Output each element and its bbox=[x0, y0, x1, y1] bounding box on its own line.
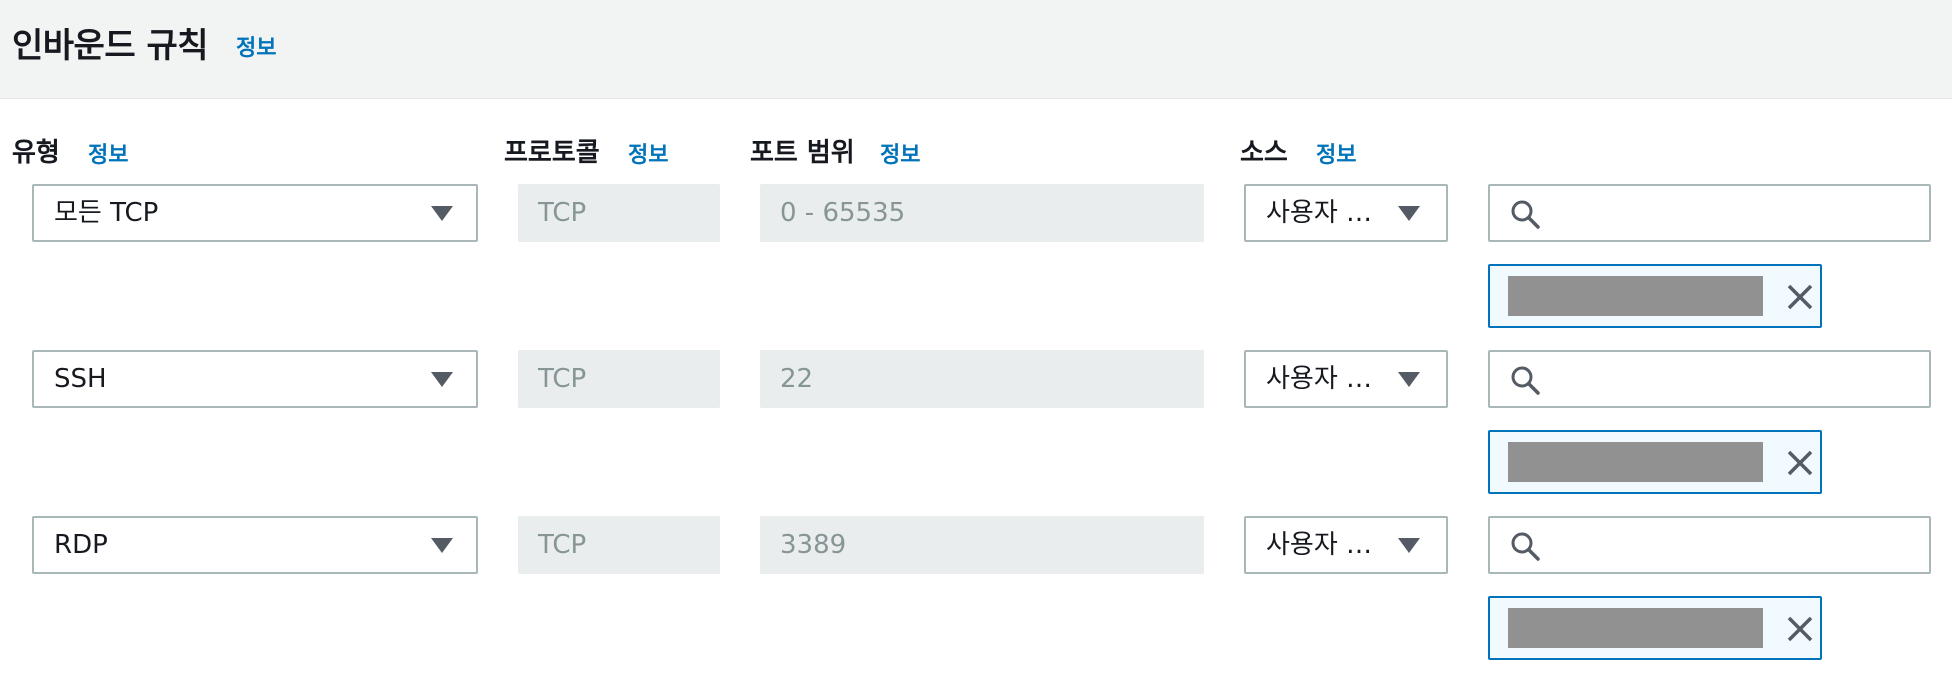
caret-down-icon bbox=[431, 372, 453, 387]
port-range-field: 3389 bbox=[760, 516, 1204, 574]
type-select-value: SSH bbox=[54, 364, 107, 394]
search-icon bbox=[1511, 366, 1540, 395]
source-info-link[interactable]: 정보 bbox=[1316, 137, 1356, 169]
redacted-value bbox=[1508, 608, 1763, 648]
type-info-link[interactable]: 정보 bbox=[88, 137, 128, 169]
type-column-label: 유형 bbox=[12, 138, 60, 168]
source-search-input[interactable] bbox=[1552, 192, 1916, 236]
caret-down-icon bbox=[1398, 372, 1420, 387]
header-bar: 인바운드 규칙 정보 bbox=[0, 0, 1952, 99]
source-search-field[interactable] bbox=[1488, 184, 1931, 242]
protocol-field: TCP bbox=[518, 516, 720, 574]
redacted-value bbox=[1508, 276, 1763, 316]
redacted-value bbox=[1508, 442, 1763, 482]
port-range-field: 0 - 65535 bbox=[760, 184, 1204, 242]
title-info-link[interactable]: 정보 bbox=[236, 30, 276, 62]
source-type-value: 사용자 … bbox=[1266, 364, 1373, 394]
type-select[interactable]: RDP bbox=[32, 516, 478, 574]
type-select[interactable]: 모든 TCP bbox=[32, 184, 478, 242]
protocol-field: TCP bbox=[518, 350, 720, 408]
source-search-field[interactable] bbox=[1488, 516, 1931, 574]
source-type-select[interactable]: 사용자 … bbox=[1244, 516, 1448, 574]
source-search-input[interactable] bbox=[1552, 358, 1916, 402]
source-token bbox=[1488, 596, 1822, 660]
search-icon bbox=[1511, 200, 1540, 229]
close-icon[interactable] bbox=[1786, 449, 1814, 477]
source-search-input[interactable] bbox=[1552, 524, 1916, 568]
type-select-value: RDP bbox=[54, 530, 108, 560]
port-range-column-label: 포트 범위 bbox=[750, 138, 855, 168]
page-title: 인바운드 규칙 bbox=[12, 26, 209, 66]
type-select[interactable]: SSH bbox=[32, 350, 478, 408]
source-token bbox=[1488, 264, 1822, 328]
source-type-value: 사용자 … bbox=[1266, 530, 1373, 560]
caret-down-icon bbox=[431, 538, 453, 553]
source-column-label: 소스 bbox=[1240, 138, 1288, 168]
caret-down-icon bbox=[431, 206, 453, 221]
caret-down-icon bbox=[1398, 538, 1420, 553]
protocol-info-link[interactable]: 정보 bbox=[628, 137, 668, 169]
source-type-select[interactable]: 사용자 … bbox=[1244, 350, 1448, 408]
source-type-value: 사용자 … bbox=[1266, 198, 1373, 228]
close-icon[interactable] bbox=[1786, 615, 1814, 643]
caret-down-icon bbox=[1398, 206, 1420, 221]
protocol-column-label: 프로토콜 bbox=[504, 138, 600, 168]
protocol-field: TCP bbox=[518, 184, 720, 242]
port-range-field: 22 bbox=[760, 350, 1204, 408]
source-type-select[interactable]: 사용자 … bbox=[1244, 184, 1448, 242]
search-icon bbox=[1511, 532, 1540, 561]
close-icon[interactable] bbox=[1786, 283, 1814, 311]
port-range-info-link[interactable]: 정보 bbox=[880, 137, 920, 169]
source-token bbox=[1488, 430, 1822, 494]
type-select-value: 모든 TCP bbox=[54, 198, 159, 228]
source-search-field[interactable] bbox=[1488, 350, 1931, 408]
